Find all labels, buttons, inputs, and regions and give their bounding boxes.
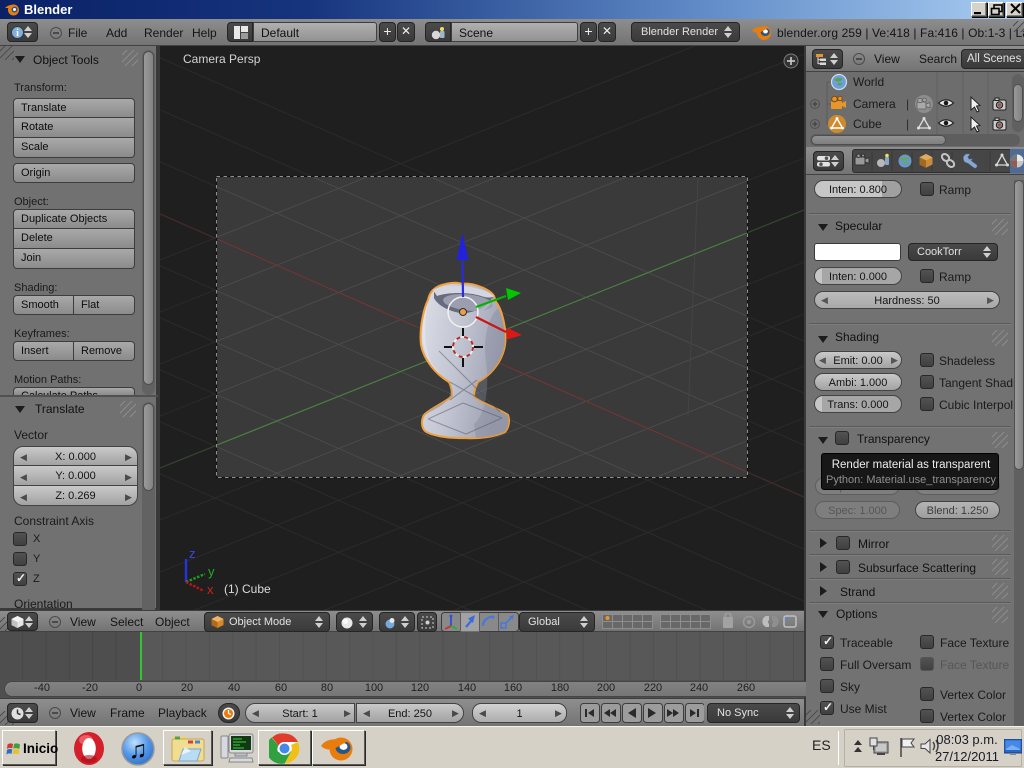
svg-text:|: | <box>906 97 909 111</box>
svg-text:(1) Cube: (1) Cube <box>224 582 271 596</box>
svg-text:Cube: Cube <box>853 117 882 131</box>
svg-text:y: y <box>208 564 215 579</box>
svg-text:|: | <box>906 117 909 131</box>
svg-text:x: x <box>207 582 214 597</box>
svg-text:i: i <box>16 28 19 39</box>
svg-text:Camera: Camera <box>853 97 896 111</box>
svg-text:♫: ♫ <box>129 736 148 764</box>
svg-text:z: z <box>189 546 196 561</box>
svg-text:Camera Persp: Camera Persp <box>183 52 261 66</box>
svg-text:World: World <box>853 75 884 89</box>
